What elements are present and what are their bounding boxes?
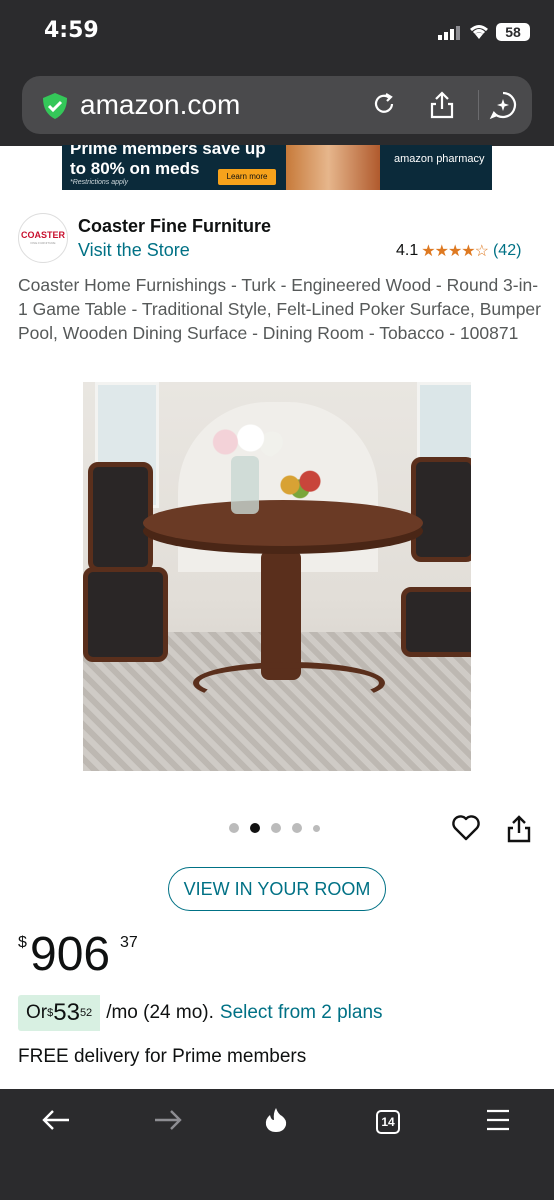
shield-check-icon	[43, 93, 67, 119]
status-bar: 4:59 58	[0, 0, 554, 70]
tabs-count-button[interactable]: 14	[376, 1110, 400, 1134]
browser-bottom-bar: 14	[0, 1089, 554, 1200]
amazon-pharmacy-logo: amazon pharmacy	[394, 153, 485, 165]
address-bar[interactable]: amazon.com	[22, 76, 532, 134]
seller-name: Coaster Fine Furniture	[78, 216, 272, 236]
pharmacy-ad-banner[interactable]: Prime members save up to 80% on meds *Re…	[62, 145, 492, 190]
monthly-fraction: 52	[79, 1007, 93, 1019]
carousel-dot[interactable]	[313, 824, 320, 832]
heart-icon[interactable]	[451, 814, 481, 842]
image-table-feet	[193, 662, 385, 704]
wifi-icon	[470, 25, 488, 39]
image-vase	[231, 456, 259, 514]
banner-note: *Restrictions apply	[70, 179, 128, 186]
image-chair	[83, 567, 168, 662]
image-chair	[401, 587, 471, 657]
image-carousel-dots[interactable]	[229, 823, 331, 833]
price-whole: 906	[30, 928, 111, 981]
image-fruit-bowl	[275, 466, 325, 504]
monthly-prefix: Or	[26, 1002, 48, 1023]
carousel-dot[interactable]	[292, 823, 302, 833]
menu-icon[interactable]	[484, 1106, 512, 1134]
monthly-amount-pill: Or $ 53 52	[18, 995, 101, 1031]
product-rating[interactable]: 4.1 ★★★★☆ (42)	[396, 241, 521, 261]
carousel-dot[interactable]	[271, 823, 281, 833]
image-pedestal	[261, 550, 301, 680]
share-icon[interactable]	[505, 814, 533, 844]
cellular-signal-icon	[438, 26, 460, 40]
image-chair	[411, 457, 471, 562]
reload-icon[interactable]	[370, 90, 398, 118]
monthly-payment: Or $ 53 52 /mo (24 mo). Select from 2 pl…	[18, 995, 383, 1031]
seller-logo-text: COASTER	[20, 230, 65, 240]
seller-logo-subtext: FINE FURNITURE	[30, 241, 56, 245]
view-in-your-room-button[interactable]: VIEW IN YOUR ROOM	[168, 867, 386, 911]
monthly-suffix: /mo (24 mo).	[106, 1002, 214, 1023]
learn-more-button[interactable]: Learn more	[218, 169, 276, 185]
image-chair	[88, 462, 153, 572]
product-title: Coaster Home Furnishings - Turk - Engine…	[18, 275, 541, 343]
rating-count[interactable]: (42)	[493, 242, 521, 260]
star-rating-icon: ★★★★☆	[421, 243, 489, 260]
share-icon[interactable]	[428, 90, 456, 120]
price-symbol: $	[18, 934, 27, 951]
forward-arrow-icon[interactable]	[152, 1106, 184, 1134]
toolbar-divider	[478, 90, 479, 120]
seller-logo[interactable]: COASTER FINE FURNITURE	[18, 213, 68, 263]
price-fraction: 37	[120, 934, 138, 951]
flame-icon[interactable]	[262, 1106, 290, 1134]
image-tabletop	[143, 500, 423, 546]
banner-photo	[286, 145, 380, 190]
assistant-icon[interactable]	[488, 90, 518, 120]
url-text[interactable]: amazon.com	[80, 89, 240, 121]
clock: 4:59	[44, 18, 99, 43]
delivery-info: FREE delivery for Prime members	[18, 1046, 307, 1067]
back-arrow-icon[interactable]	[40, 1106, 72, 1134]
browser-toolbar: amazon.com	[0, 70, 554, 146]
image-flowers	[211, 422, 283, 462]
visit-store-link[interactable]: Visit the Store	[78, 240, 190, 261]
carousel-dot[interactable]	[229, 823, 239, 833]
rating-value: 4.1	[396, 242, 419, 259]
battery-indicator: 58	[496, 23, 530, 41]
carousel-dot-active[interactable]	[250, 823, 260, 833]
product-image[interactable]	[83, 382, 471, 771]
select-plans-link[interactable]: Select from 2 plans	[220, 1002, 383, 1024]
monthly-whole: 53	[53, 999, 80, 1026]
